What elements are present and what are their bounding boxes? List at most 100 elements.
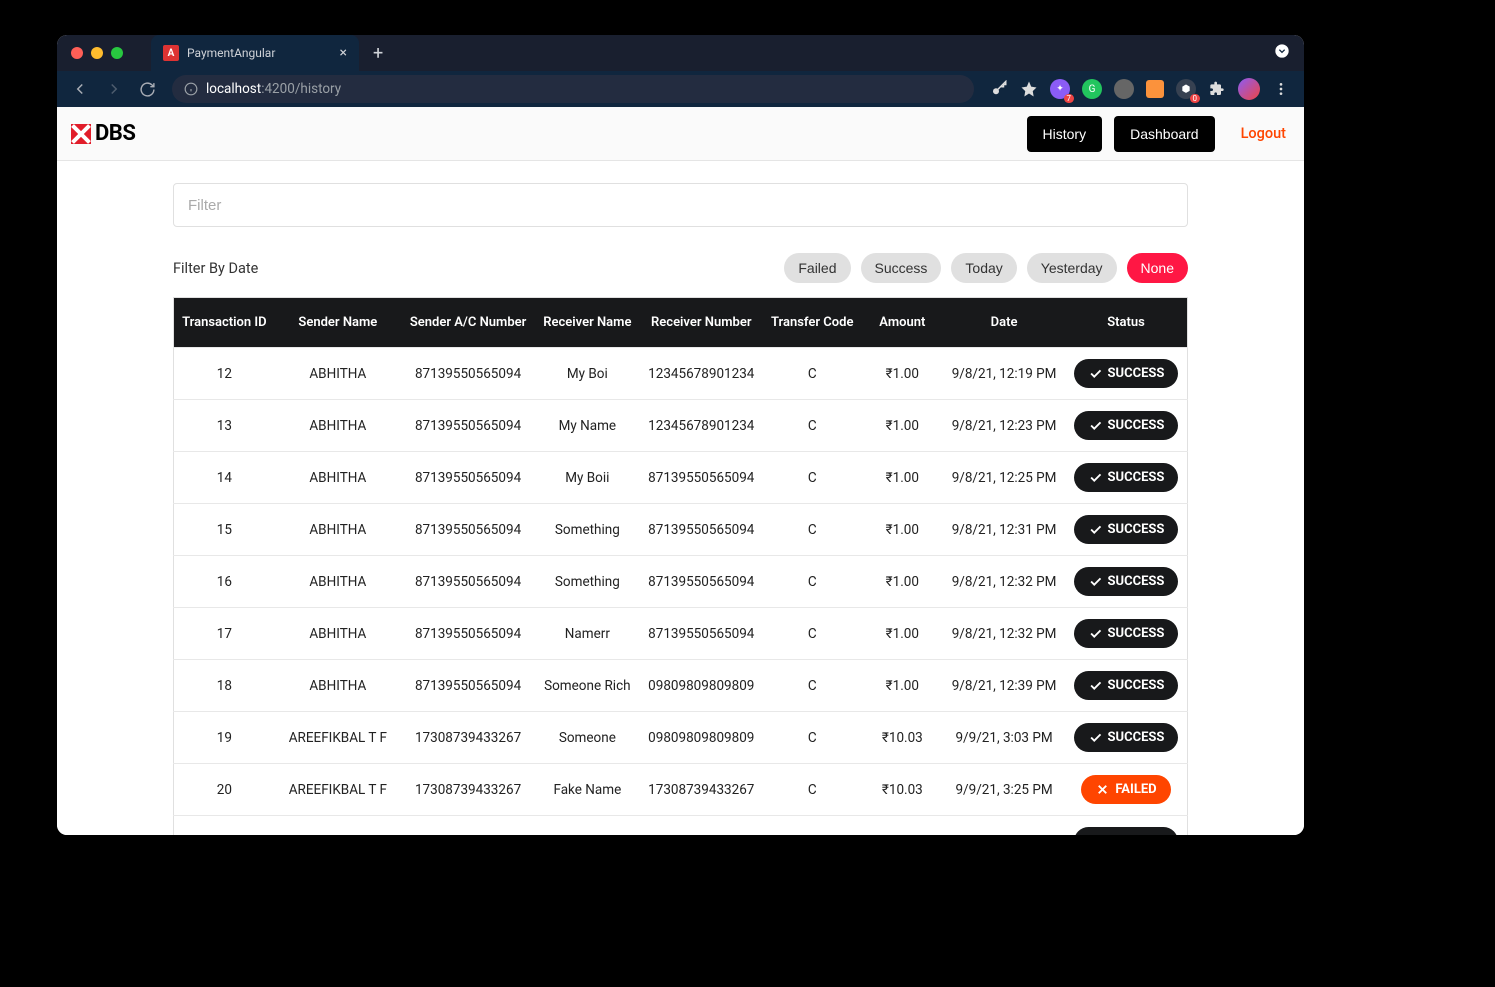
table-cell: C xyxy=(763,504,862,556)
tab-close-icon[interactable]: × xyxy=(340,45,347,61)
table-header-row: Transaction IDSender NameSender A/C Numb… xyxy=(174,298,1188,348)
table-cell: 21 xyxy=(174,816,275,836)
table-cell: 15 xyxy=(174,504,275,556)
new-tab-button[interactable]: + xyxy=(373,43,383,64)
window-maximize-button[interactable] xyxy=(111,47,123,59)
table-cell: 87139550565094 xyxy=(640,504,763,556)
extension-icon[interactable]: ✦7 xyxy=(1050,79,1070,99)
table-cell: C xyxy=(763,712,862,764)
table-cell: C xyxy=(763,608,862,660)
table-cell: ₹1.00 xyxy=(861,608,943,660)
table-cell: 87139550565094 xyxy=(640,452,763,504)
filter-input[interactable] xyxy=(173,183,1188,227)
table-cell: 9/9/21, 3:25 PM xyxy=(943,764,1065,816)
table-cell: Namerr xyxy=(535,608,640,660)
table-cell: 9/8/21, 12:39 PM xyxy=(943,660,1065,712)
table-cell-status: SUCCESS xyxy=(1065,504,1188,556)
table-cell: ABHITHA xyxy=(275,400,401,452)
table-cell: 87139550565094 xyxy=(401,348,535,400)
reload-button[interactable] xyxy=(139,81,156,98)
table-row: 14ABHITHA87139550565094My Boii8713955056… xyxy=(174,452,1188,504)
table-cell: ₹1.00 xyxy=(861,400,943,452)
table-row: 21ABHISHEK BIYANI45766734966995Abhishek4… xyxy=(174,816,1188,836)
logout-link[interactable]: Logout xyxy=(1241,125,1286,142)
browser-window: A PaymentAngular × + localhost:4200/hist… xyxy=(57,35,1304,835)
profile-avatar[interactable] xyxy=(1238,78,1260,100)
transactions-table: Transaction IDSender NameSender A/C Numb… xyxy=(173,297,1188,835)
filter-chips: Failed Success Today Yesterday None xyxy=(784,253,1188,283)
table-cell: 87139550565094 xyxy=(401,660,535,712)
table-row: 18ABHITHA87139550565094Someone Rich09809… xyxy=(174,660,1188,712)
table-cell: 9/9/21, 3:03 PM xyxy=(943,712,1065,764)
table-cell: 87139550565094 xyxy=(401,400,535,452)
back-button[interactable] xyxy=(71,80,89,98)
table-cell: 12345678901234 xyxy=(640,348,763,400)
window-dropdown-icon[interactable] xyxy=(1274,43,1290,63)
table-header: Transfer Code xyxy=(763,298,862,348)
table-cell-status: SUCCESS xyxy=(1065,608,1188,660)
status-failed-badge: FAILED xyxy=(1081,775,1170,804)
star-icon[interactable] xyxy=(1020,80,1038,98)
table-cell: ABHITHA xyxy=(275,660,401,712)
table-header: Receiver Name xyxy=(535,298,640,348)
toolbar-actions: ✦7 G ⬢0 xyxy=(990,78,1290,100)
status-success-badge: SUCCESS xyxy=(1074,359,1179,388)
table-cell: ₹1.00 xyxy=(861,556,943,608)
status-success-badge: SUCCESS xyxy=(1074,619,1179,648)
table-header: Transaction ID xyxy=(174,298,275,348)
kebab-menu-icon[interactable] xyxy=(1272,80,1290,98)
table-cell: Someone xyxy=(535,712,640,764)
table-cell: C xyxy=(763,764,862,816)
extension-orange-icon[interactable] xyxy=(1146,80,1164,98)
table-header: Status xyxy=(1065,298,1188,348)
site-info-icon[interactable] xyxy=(184,82,198,96)
filter-chip-yesterday[interactable]: Yesterday xyxy=(1027,253,1117,283)
table-cell: 09809809809809 xyxy=(640,660,763,712)
status-success-badge: SUCCESS xyxy=(1074,515,1179,544)
dashboard-button[interactable]: Dashboard xyxy=(1114,116,1215,152)
table-row: 17ABHITHA87139550565094Namerr87139550565… xyxy=(174,608,1188,660)
table-cell: AREEFIKBAL T F xyxy=(275,764,401,816)
url-field[interactable]: localhost:4200/history xyxy=(172,75,974,103)
status-success-badge: SUCCESS xyxy=(1074,723,1179,752)
forward-button[interactable] xyxy=(105,80,123,98)
table-cell-status: SUCCESS xyxy=(1065,556,1188,608)
table-row: 20AREEFIKBAL T F17308739433267Fake Name1… xyxy=(174,764,1188,816)
table-cell: 17 xyxy=(174,608,275,660)
brand-logo[interactable]: DBS xyxy=(71,121,135,146)
browser-tab[interactable]: A PaymentAngular × xyxy=(151,35,359,71)
extensions-puzzle-icon[interactable] xyxy=(1208,80,1226,98)
table-cell: 87139550565094 xyxy=(640,608,763,660)
table-cell: C xyxy=(763,660,862,712)
window-minimize-button[interactable] xyxy=(91,47,103,59)
grammarly-icon[interactable]: G xyxy=(1082,79,1102,99)
history-button[interactable]: History xyxy=(1027,116,1103,152)
table-cell: 14 xyxy=(174,452,275,504)
table-cell-status: SUCCESS xyxy=(1065,348,1188,400)
table-cell: ABHITHA xyxy=(275,348,401,400)
table-cell: 19 xyxy=(174,712,275,764)
window-close-button[interactable] xyxy=(71,47,83,59)
table-cell: 9/8/21, 12:19 PM xyxy=(943,348,1065,400)
table-cell: 45766734966995 xyxy=(401,816,535,836)
table-cell: 9/8/21, 12:23 PM xyxy=(943,400,1065,452)
table-cell: 17308739433267 xyxy=(401,764,535,816)
table-row: 13ABHITHA87139550565094My Name1234567890… xyxy=(174,400,1188,452)
table-cell: ₹15,037.50 xyxy=(861,816,943,836)
key-icon[interactable] xyxy=(990,80,1008,98)
table-header: Sender Name xyxy=(275,298,401,348)
table-cell: 9/8/21, 12:31 PM xyxy=(943,504,1065,556)
url-text: localhost:4200/history xyxy=(206,81,341,97)
table-cell: Someone Rich xyxy=(535,660,640,712)
filter-chip-none[interactable]: None xyxy=(1127,253,1188,283)
extension-dark-icon[interactable]: ⬢0 xyxy=(1176,79,1196,99)
filter-chip-today[interactable]: Today xyxy=(951,253,1016,283)
table-cell: My Boi xyxy=(535,348,640,400)
extension-grey-icon[interactable] xyxy=(1114,79,1134,99)
filter-chip-success[interactable]: Success xyxy=(861,253,942,283)
table-cell: 12 xyxy=(174,348,275,400)
table-cell: ₹1.00 xyxy=(861,504,943,556)
table-cell: 16 xyxy=(174,556,275,608)
table-cell-status: SUCCESS xyxy=(1065,816,1188,836)
filter-chip-failed[interactable]: Failed xyxy=(784,253,850,283)
